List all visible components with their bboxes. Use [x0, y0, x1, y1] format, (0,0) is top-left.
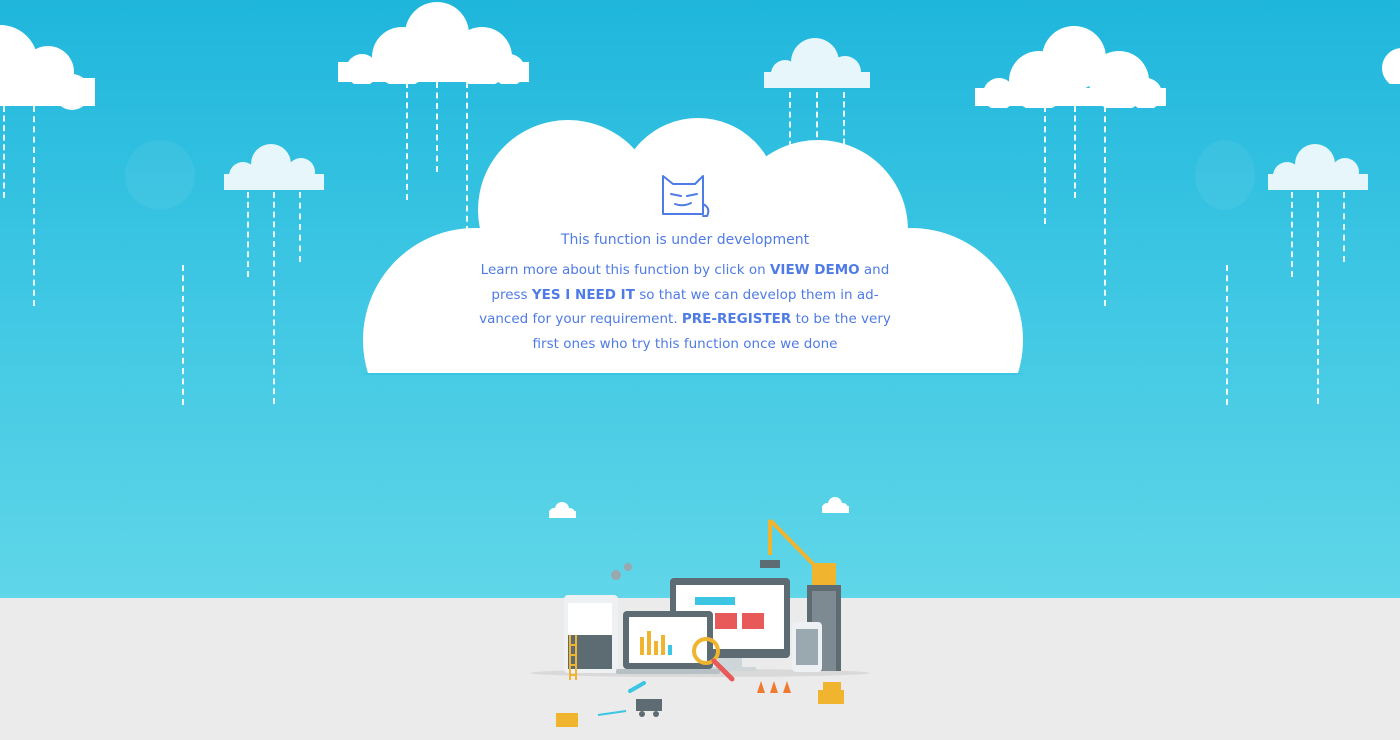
rain-streak [299, 192, 301, 262]
rain-streak [1343, 192, 1345, 262]
message-text: Learn more about this function by click … [480, 262, 770, 278]
traffic-cones [757, 681, 791, 693]
rain-cloud [1268, 144, 1368, 190]
gear-icon [611, 563, 632, 580]
rain-cloud [1382, 48, 1400, 84]
rain-streak [1291, 192, 1293, 277]
rain-streak [33, 106, 35, 306]
rain-streak [1317, 192, 1319, 404]
rain-streak [182, 265, 184, 405]
bricks [556, 682, 844, 727]
rain-cloud [0, 25, 95, 110]
view-demo-link[interactable]: VIEW DEMO [770, 262, 860, 278]
rain-streak [1104, 106, 1106, 306]
rain-streak [273, 192, 275, 404]
cat-face-icon [662, 175, 710, 217]
rain-streak [3, 106, 5, 198]
cart [636, 699, 662, 711]
yes-i-need-it-link[interactable]: YES I NEED IT [532, 287, 635, 303]
rain-streak [247, 192, 249, 277]
small-cloud [549, 502, 576, 518]
message-title: This function is under development [560, 232, 810, 248]
crane-cab [812, 563, 836, 585]
faint-cloud [1195, 140, 1255, 210]
rain-cloud [338, 2, 529, 84]
pre-register-link[interactable]: PRE-REGISTER [682, 311, 791, 327]
rain-streak [1226, 265, 1228, 405]
rain-streak [1074, 106, 1076, 198]
rain-cloud [975, 26, 1166, 108]
development-message: This function is under development Learn… [470, 172, 900, 356]
small-cloud [822, 497, 849, 513]
rain-streak [1044, 106, 1046, 224]
rain-cloud [764, 38, 870, 88]
construction-devices-illustration [530, 497, 870, 727]
rain-cloud [224, 144, 324, 190]
message-body: Learn more about this function by click … [470, 258, 900, 356]
faint-cloud [125, 140, 195, 210]
